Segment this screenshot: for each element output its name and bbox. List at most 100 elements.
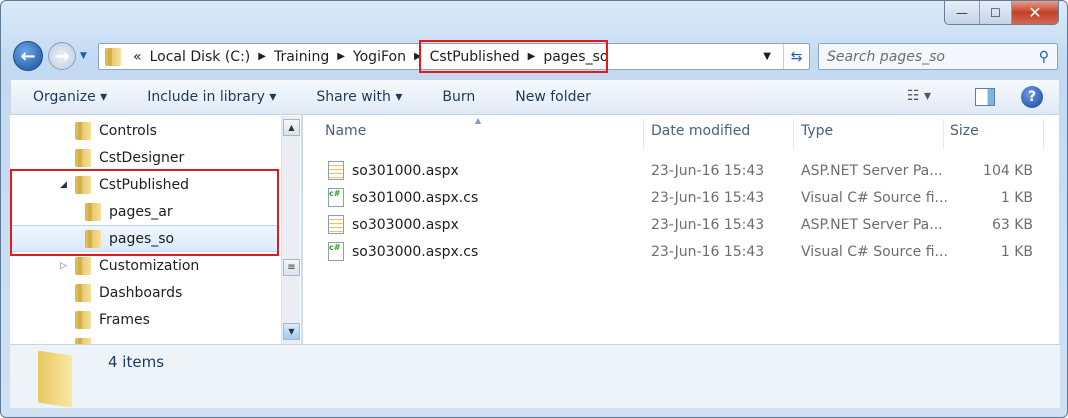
file-type: Visual C# Source fi... bbox=[801, 190, 948, 206]
chevron-right-icon[interactable]: ▶ bbox=[337, 51, 345, 62]
file-name: so301000.aspx.cs bbox=[352, 190, 479, 206]
breadcrumb-pages-so[interactable]: pages_so bbox=[543, 49, 608, 65]
file-row[interactable]: so303000.aspx.cs 23-Jun-16 15:43 Visual C#… bbox=[303, 239, 1059, 266]
explorer-window: — ☐ ✕ ← → ▼ « Local Disk (C:) ▶ Training ▶… bbox=[0, 0, 1068, 418]
tree-label: Customization bbox=[99, 257, 200, 274]
tree-label: CstDesigner bbox=[99, 149, 185, 166]
tree-label: Frames bbox=[99, 311, 150, 328]
caption-buttons: — ☐ ✕ bbox=[944, 1, 1059, 25]
tree-item-cstdesigner[interactable]: CstDesigner bbox=[10, 144, 278, 171]
file-date: 23-Jun-16 15:43 bbox=[651, 217, 765, 233]
file-size: 1 KB bbox=[1000, 190, 1033, 206]
column-header-size[interactable]: Size bbox=[950, 123, 979, 139]
details-pane: 4 items bbox=[10, 344, 1060, 408]
address-history-dropdown[interactable]: ▼ bbox=[763, 51, 771, 62]
folder-icon bbox=[85, 202, 101, 221]
folder-icon bbox=[85, 229, 101, 248]
folder-icon bbox=[75, 283, 91, 302]
back-button[interactable]: ← bbox=[13, 41, 43, 71]
tree-item-pages-ar[interactable]: pages_ar bbox=[10, 198, 278, 225]
organize-button[interactable]: Organize ▾ bbox=[11, 89, 125, 105]
tree-item-dashboards[interactable]: Dashboards bbox=[10, 279, 278, 306]
aspx-file-icon bbox=[328, 161, 344, 180]
refresh-icon[interactable]: ⇆ bbox=[783, 44, 809, 69]
tree-item-cstpublished[interactable]: ◢ CstPublished bbox=[10, 171, 278, 198]
include-in-library-button[interactable]: Include in library ▾ bbox=[125, 89, 294, 105]
preview-pane-icon[interactable] bbox=[975, 88, 995, 106]
breadcrumb-cstpublished[interactable]: CstPublished bbox=[430, 49, 520, 65]
recent-pages-dropdown[interactable]: ▼ bbox=[80, 51, 87, 61]
address-bar[interactable]: « Local Disk (C:) ▶ Training ▶ YogiFon ▶ Cs… bbox=[98, 43, 810, 70]
scroll-down-button[interactable]: ▼ bbox=[283, 323, 300, 340]
forward-arrow-icon: → bbox=[54, 45, 70, 67]
tree-label: pages_ar bbox=[109, 203, 173, 220]
folder-icon bbox=[75, 310, 91, 329]
aspx-file-icon bbox=[328, 215, 344, 234]
breadcrumb-overflow[interactable]: « bbox=[133, 49, 142, 65]
file-name: so303000.aspx bbox=[352, 217, 459, 233]
file-name: so303000.aspx.cs bbox=[352, 244, 479, 260]
scroll-thumb[interactable]: ≡ bbox=[283, 259, 300, 276]
maximize-button[interactable]: ☐ bbox=[980, 1, 1012, 24]
new-folder-button[interactable]: New folder bbox=[493, 89, 609, 105]
breadcrumb-local-disk[interactable]: Local Disk (C:) bbox=[150, 49, 251, 65]
search-input[interactable]: Search pages_so ⚲ bbox=[818, 43, 1058, 70]
tree-label: CstPublished bbox=[99, 176, 189, 193]
file-type: ASP.NET Server Pa... bbox=[801, 217, 943, 233]
back-arrow-icon: ← bbox=[20, 45, 36, 67]
tree-label: pages_so bbox=[109, 230, 175, 247]
tree-item-customization[interactable]: ▷ Customization bbox=[10, 252, 278, 279]
tree-label: Controls bbox=[99, 122, 157, 139]
command-bar: Organize ▾ Include in library ▾ Share wi… bbox=[10, 79, 1060, 115]
close-button[interactable]: ✕ bbox=[1012, 1, 1058, 24]
chevron-right-icon[interactable]: ▶ bbox=[528, 51, 536, 62]
file-type: ASP.NET Server Pa... bbox=[801, 163, 943, 179]
file-date: 23-Jun-16 15:43 bbox=[651, 163, 765, 179]
navigation-pane: Controls CstDesigner ◢ CstPublished pages… bbox=[10, 115, 301, 344]
file-date: 23-Jun-16 15:43 bbox=[651, 190, 765, 206]
chevron-right-icon[interactable]: ▶ bbox=[258, 51, 266, 62]
share-with-button[interactable]: Share with ▾ bbox=[294, 89, 420, 105]
file-row[interactable]: so303000.aspx 23-Jun-16 15:43 ASP.NET Serv… bbox=[303, 212, 1059, 239]
nav-scrollbar[interactable]: ▲ ≡ ▼ bbox=[281, 116, 300, 344]
folder-icon bbox=[105, 47, 121, 66]
search-icon[interactable]: ⚲ bbox=[1039, 49, 1049, 65]
tree-item-controls[interactable]: Controls bbox=[10, 117, 278, 144]
folder-icon bbox=[75, 175, 91, 194]
collapsed-arrow-icon[interactable]: ▷ bbox=[60, 261, 75, 271]
file-name: so301000.aspx bbox=[352, 163, 459, 179]
file-size: 1 KB bbox=[1000, 244, 1033, 260]
tree-item-clipped[interactable] bbox=[10, 333, 278, 344]
tree-item-frames[interactable]: Frames bbox=[10, 306, 278, 333]
help-icon[interactable]: ? bbox=[1021, 86, 1043, 108]
file-list: ▲ Name Date modified Type Size so301000.… bbox=[303, 115, 1059, 344]
search-placeholder: Search pages_so bbox=[827, 48, 945, 65]
burn-button[interactable]: Burn bbox=[420, 89, 493, 105]
column-header-type[interactable]: Type bbox=[801, 123, 833, 139]
file-date: 23-Jun-16 15:43 bbox=[651, 244, 765, 260]
file-type: Visual C# Source fi... bbox=[801, 244, 948, 260]
csharp-file-icon bbox=[328, 242, 344, 261]
file-row[interactable]: so301000.aspx 23-Jun-16 15:43 ASP.NET Serv… bbox=[303, 158, 1059, 185]
folder-icon bbox=[75, 256, 91, 275]
file-size: 104 KB bbox=[983, 163, 1033, 179]
tree-label: Dashboards bbox=[99, 284, 183, 301]
column-header-date[interactable]: Date modified bbox=[651, 123, 750, 139]
breadcrumb-yogifon[interactable]: YogiFon bbox=[353, 49, 406, 65]
chevron-right-icon[interactable]: ▶ bbox=[414, 51, 422, 62]
folder-icon bbox=[75, 148, 91, 167]
tree-item-pages-so[interactable]: pages_so bbox=[10, 225, 278, 252]
file-row[interactable]: so301000.aspx.cs 23-Jun-16 15:43 Visual C#… bbox=[303, 185, 1059, 212]
column-header-name[interactable]: Name bbox=[325, 123, 366, 139]
item-count: 4 items bbox=[108, 353, 165, 371]
expanded-arrow-icon[interactable]: ◢ bbox=[60, 180, 75, 190]
breadcrumb-training[interactable]: Training bbox=[274, 49, 329, 65]
sort-ascending-icon: ▲ bbox=[475, 116, 482, 125]
large-folder-icon bbox=[38, 350, 72, 408]
folder-icon bbox=[75, 121, 91, 140]
forward-button[interactable]: → bbox=[48, 42, 76, 70]
minimize-button[interactable]: — bbox=[945, 1, 980, 24]
view-options-icon[interactable]: ☷ ▾ bbox=[907, 88, 931, 104]
scroll-up-button[interactable]: ▲ bbox=[283, 119, 300, 136]
csharp-file-icon bbox=[328, 188, 344, 207]
